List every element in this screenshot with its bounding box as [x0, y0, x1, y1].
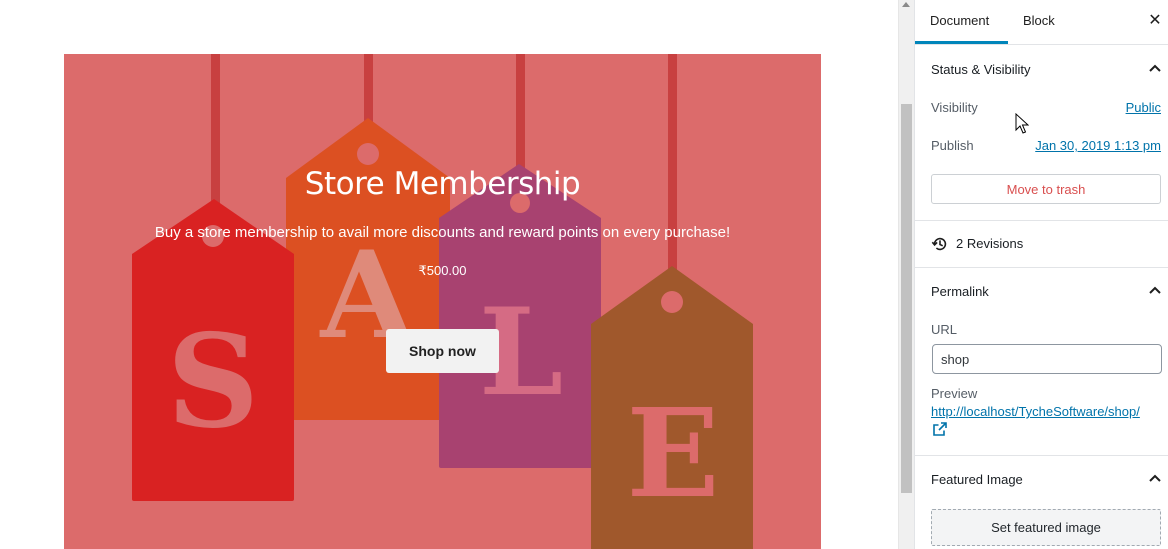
- letter-s: S: [167, 307, 259, 457]
- tab-block[interactable]: Block: [1008, 0, 1070, 44]
- settings-sidebar: Document Block ✕ Status & Visibility Vis…: [914, 0, 1168, 549]
- history-icon: [931, 237, 947, 251]
- publish-label: Publish: [931, 138, 974, 153]
- scrollbar-thumb[interactable]: [901, 104, 912, 493]
- chevron-up-icon: [1149, 286, 1161, 294]
- editor-canvas: S A L E Store Membership Buy a store mem…: [0, 0, 898, 549]
- tab-document[interactable]: Document: [915, 0, 1008, 44]
- divider: [915, 267, 1168, 268]
- revisions-label: 2 Revisions: [956, 236, 1024, 251]
- cover-description[interactable]: Buy a store membership to avail more dis…: [64, 224, 821, 241]
- publish-date-link[interactable]: Jan 30, 2019 1:13 pm: [1035, 138, 1161, 153]
- status-visibility-panel-toggle[interactable]: Status & Visibility: [915, 47, 1168, 93]
- chevron-up-icon: [1149, 64, 1161, 72]
- move-to-trash-button[interactable]: Move to trash: [931, 174, 1161, 204]
- status-visibility-title: Status & Visibility: [931, 62, 1031, 77]
- sale-tags-illustration: S A L E: [132, 54, 753, 549]
- preview-link[interactable]: http://localhost/TycheSoftware/shop/: [931, 404, 1140, 419]
- sidebar-tabs: Document Block ✕: [915, 0, 1168, 45]
- chevron-up-icon: [1149, 474, 1161, 482]
- cover-block[interactable]: S A L E Store Membership Buy a store mem…: [64, 54, 821, 549]
- mouse-cursor-icon: [1015, 113, 1029, 134]
- url-input[interactable]: [932, 344, 1162, 374]
- featured-image-title: Featured Image: [931, 472, 1023, 487]
- permalink-title: Permalink: [931, 284, 989, 299]
- visibility-label: Visibility: [931, 100, 978, 115]
- set-featured-image-button[interactable]: Set featured image: [931, 509, 1161, 546]
- url-label: URL: [931, 322, 958, 337]
- close-icon[interactable]: ✕: [1147, 10, 1163, 32]
- permalink-panel-toggle[interactable]: Permalink: [915, 269, 1168, 315]
- divider: [915, 455, 1168, 456]
- editor-scrollbar[interactable]: [898, 0, 914, 549]
- cover-price[interactable]: ₹500.00: [64, 263, 821, 279]
- letter-e: E: [627, 381, 720, 525]
- visibility-link[interactable]: Public: [1126, 100, 1161, 115]
- featured-image-panel-toggle[interactable]: Featured Image: [915, 457, 1168, 503]
- scroll-up-arrow-icon[interactable]: [902, 2, 910, 7]
- external-link-icon[interactable]: [933, 422, 947, 436]
- revisions-link[interactable]: 2 Revisions: [915, 221, 1168, 267]
- preview-label: Preview: [931, 386, 978, 401]
- cover-title[interactable]: Store Membership: [64, 166, 821, 202]
- shop-now-button[interactable]: Shop now: [386, 329, 499, 373]
